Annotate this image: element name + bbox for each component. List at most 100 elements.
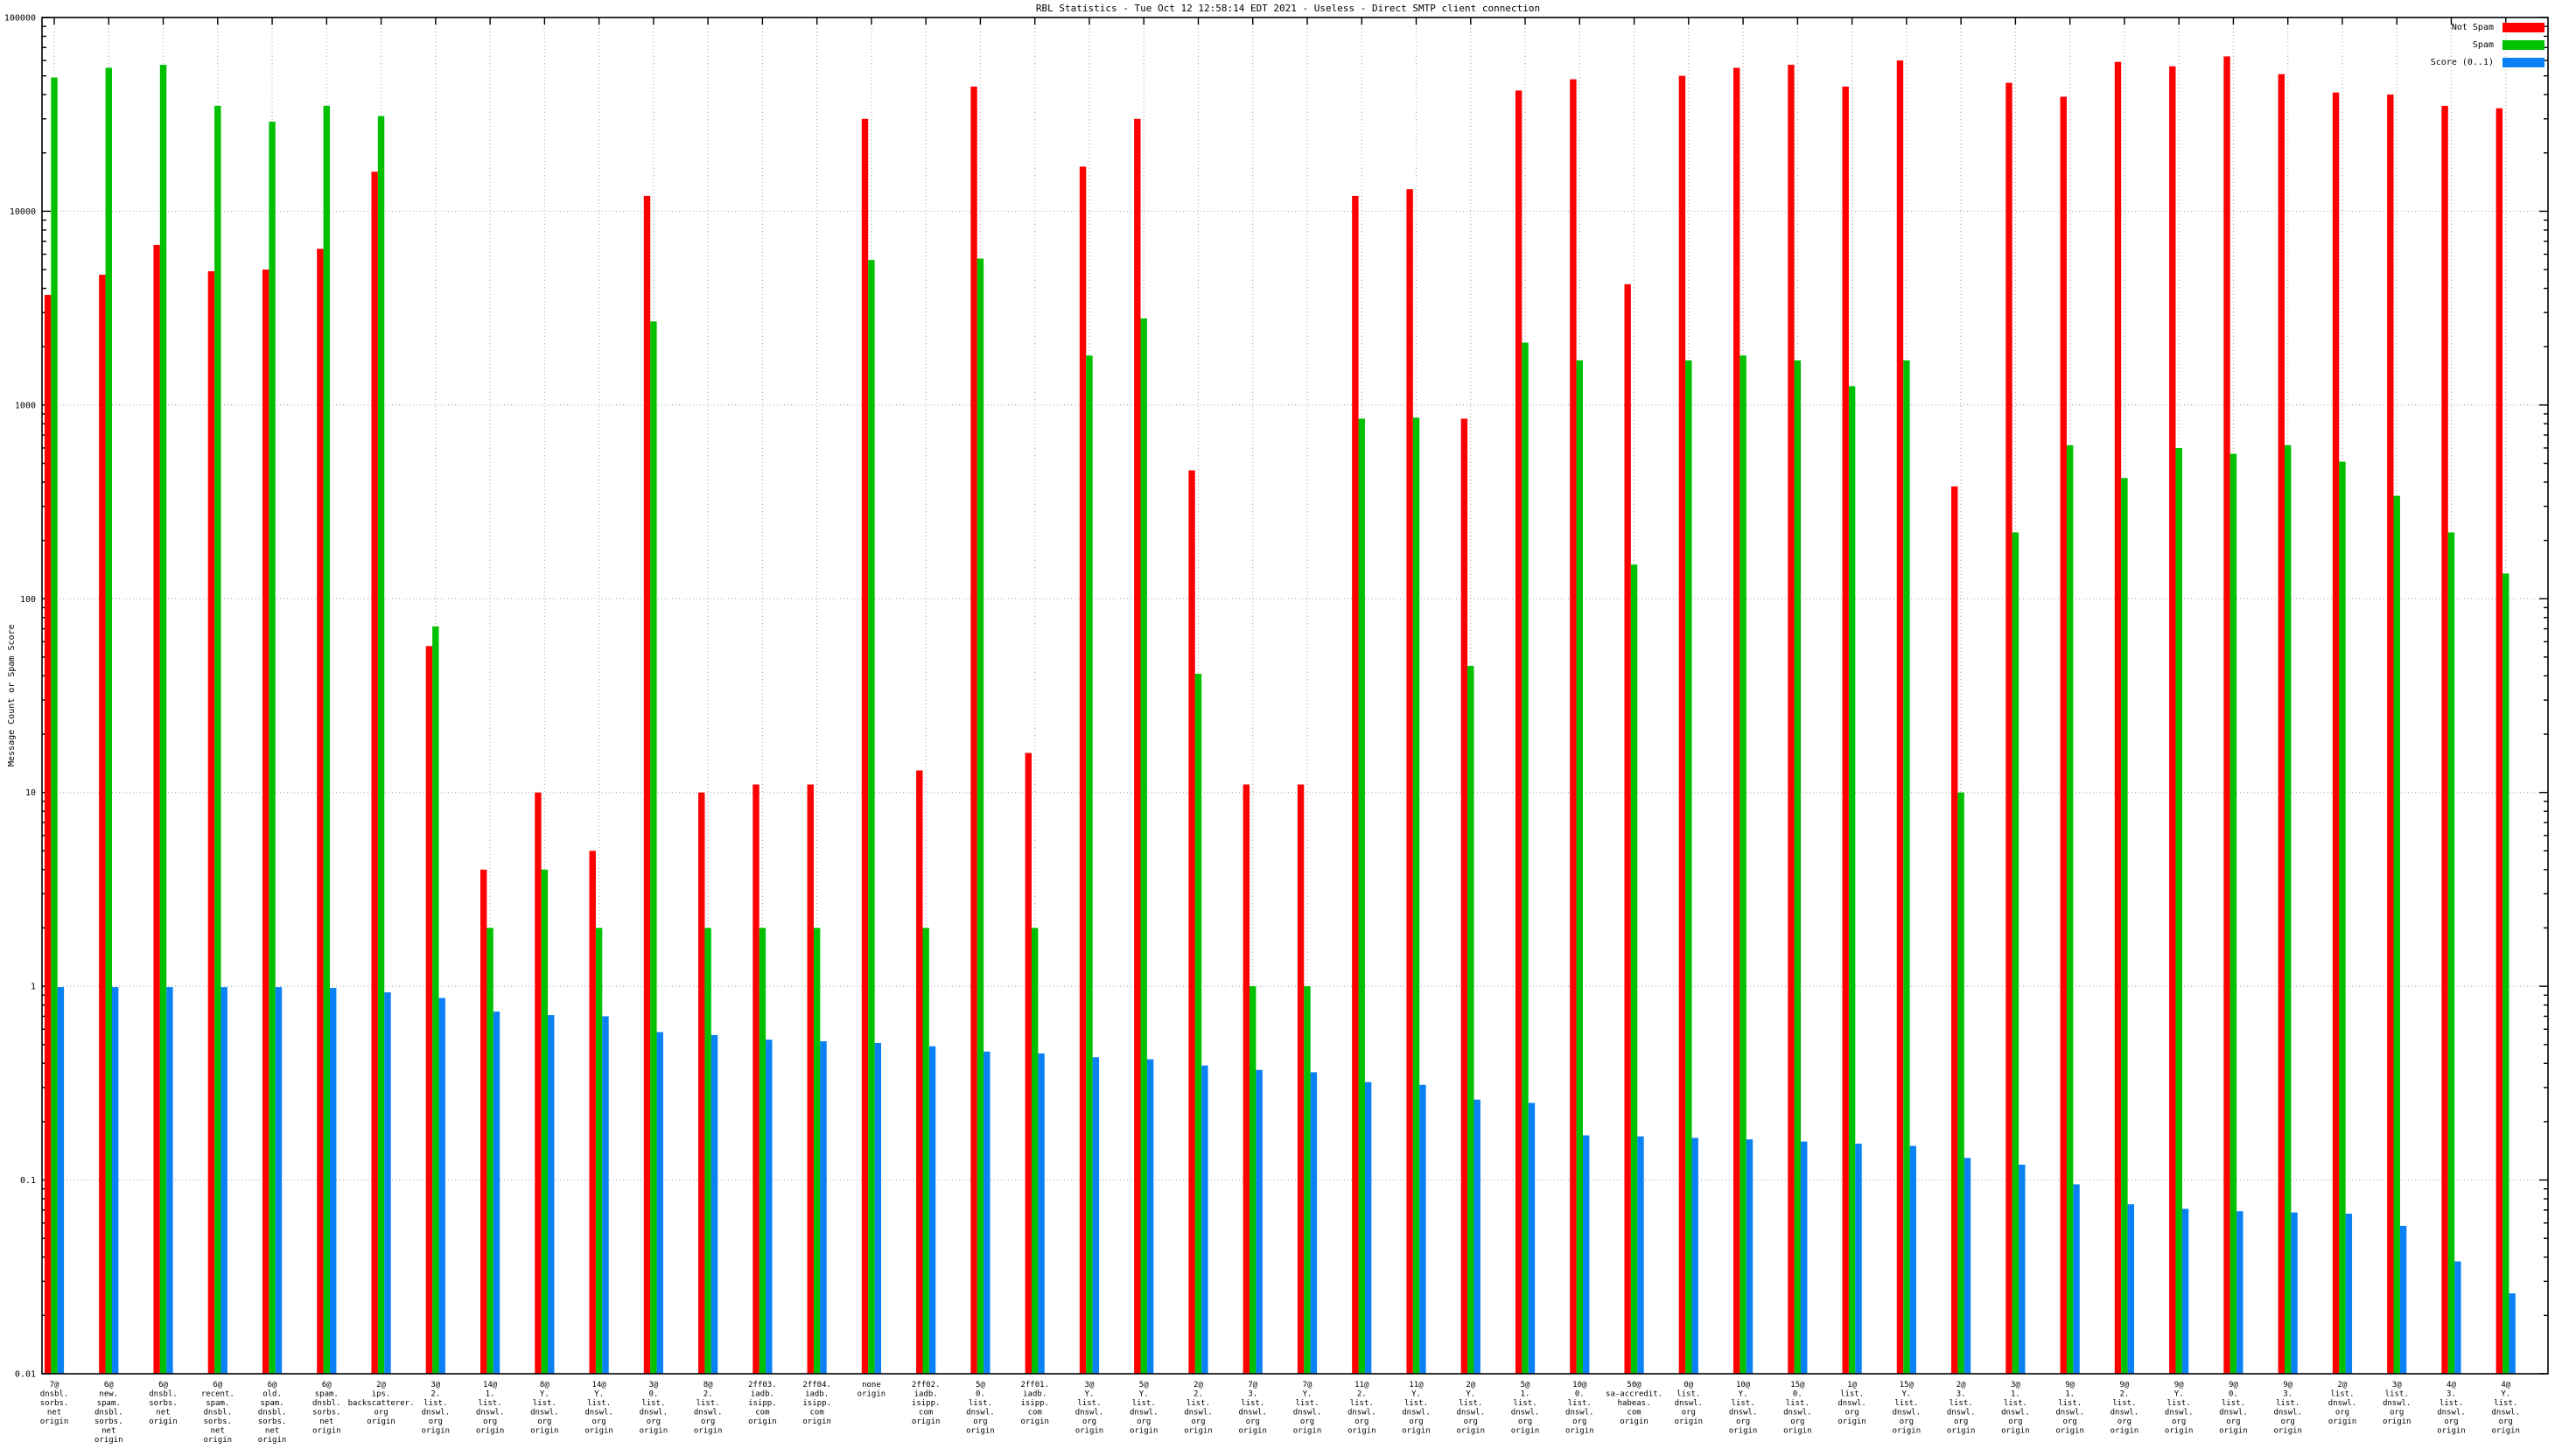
plot-area: 100000 10000 1000 100 10 1 0.1 0.01 7@ dnsbl. sorb… <box>4 14 2549 1445</box>
bar-score-40 <box>2181 1208 2189 1374</box>
bar-score-45 <box>2454 1261 2461 1374</box>
bar-score-46 <box>2509 1293 2516 1374</box>
legend-row-spam: Spam <box>2473 40 2544 50</box>
bar-score-44 <box>2399 1225 2407 1374</box>
legend-row-score: Score (0..1) <box>2431 58 2544 67</box>
bar-notspam-14 <box>752 784 760 1374</box>
bar-score-11 <box>602 1016 609 1374</box>
x-tick-label: none origin <box>858 1381 886 1399</box>
bar-spam-4 <box>214 105 221 1375</box>
bar-score-24 <box>1310 1072 1318 1374</box>
x-tick-label: 3@ 2. list. dnswl. org origin <box>422 1381 451 1436</box>
bar-score-6 <box>330 988 337 1374</box>
bar-spam-2 <box>105 67 112 1375</box>
bars <box>44 56 2516 1375</box>
bar-notspam-13 <box>698 792 705 1374</box>
bar-notspam-35 <box>1896 60 1904 1374</box>
bar-spam-8 <box>432 626 439 1374</box>
y-tick-label: 1000 <box>15 401 36 410</box>
bar-spam-3 <box>159 65 167 1375</box>
x-tick-label: 2@ 3. list. dnswl. org origin <box>1947 1381 1976 1436</box>
x-tick-label: 3@ list. dnswl. org origin <box>2383 1381 2412 1426</box>
bar-notspam-17 <box>916 770 923 1374</box>
bar-score-28 <box>1528 1102 1536 1374</box>
bar-spam-7 <box>377 116 385 1374</box>
bar-notspam-36 <box>1951 486 1958 1374</box>
y-tick-label: 100 <box>20 595 36 605</box>
legend-label-score: Score (0..1) <box>2430 58 2494 67</box>
x-tick-label: 3@ 0. list. dnswl. org origin <box>640 1381 668 1436</box>
bar-score-13 <box>710 1034 718 1374</box>
x-tick-label: 5@ Y. list. dnswl. org origin <box>1130 1381 1158 1436</box>
x-tick-label: 10@ Y. list. dnswl. org origin <box>1729 1381 1758 1436</box>
bar-spam-46 <box>2502 573 2510 1374</box>
bar-spam-45 <box>2447 532 2455 1374</box>
bar-score-1 <box>57 987 65 1374</box>
bar-spam-30 <box>1630 564 1638 1374</box>
bar-notspam-27 <box>1460 418 1468 1374</box>
bar-score-43 <box>2345 1214 2353 1374</box>
x-tick-label: 15@ 0. list. dnswl. org origin <box>1783 1381 1812 1436</box>
bar-notspam-2 <box>99 275 106 1375</box>
x-tick-label: 6@ spam. dnsbl. sorbs. net origin <box>312 1381 341 1436</box>
bar-score-17 <box>928 1046 936 1374</box>
bar-score-14 <box>766 1040 773 1374</box>
bar-notspam-16 <box>861 118 869 1375</box>
bar-notspam-12 <box>643 195 651 1374</box>
y-tick-label: 0.1 <box>20 1176 36 1186</box>
x-tick-label: 2@ ips. backscatterer. org origin <box>348 1381 415 1426</box>
bar-score-15 <box>820 1041 827 1374</box>
bar-notspam-9 <box>480 869 487 1374</box>
bar-notspam-8 <box>425 646 433 1374</box>
bar-notspam-5 <box>262 270 270 1374</box>
bar-notspam-32 <box>1732 67 1740 1375</box>
bar-spam-29 <box>1576 360 1584 1375</box>
bar-spam-26 <box>1412 417 1420 1374</box>
bar-spam-22 <box>1194 674 1202 1374</box>
bar-score-25 <box>1364 1082 1372 1374</box>
bar-spam-40 <box>2175 447 2182 1374</box>
bar-notspam-26 <box>1406 189 1413 1375</box>
bar-score-10 <box>548 1015 555 1374</box>
y-tick-label: 10000 <box>10 207 36 217</box>
bar-notspam-24 <box>1297 784 1305 1374</box>
bar-spam-21 <box>1140 318 1147 1375</box>
bar-spam-1 <box>51 77 58 1374</box>
bar-notspam-3 <box>153 244 160 1375</box>
x-tick-label: 7@ Y. list. dnswl. org origin <box>1293 1381 1322 1436</box>
bar-spam-15 <box>813 928 821 1374</box>
legend-swatch-spam-icon <box>2502 40 2544 50</box>
x-tick-label: 7@ 3. list. dnswl. org origin <box>1238 1381 1267 1436</box>
bar-score-36 <box>1964 1158 1971 1374</box>
x-tick-label: 4@ 3. list. dnswl. org origin <box>2437 1381 2466 1436</box>
bar-spam-32 <box>1740 355 1746 1374</box>
bar-spam-5 <box>269 122 276 1375</box>
x-tick-label: 2ff01. iadb. isipp. com origin <box>1020 1381 1049 1426</box>
bar-notspam-43 <box>2332 92 2340 1374</box>
bar-spam-19 <box>1031 928 1039 1374</box>
bar-notspam-44 <box>2387 94 2394 1375</box>
x-tick-label: 11@ 2. list. dnswl. org origin <box>1348 1381 1376 1436</box>
x-tick-label: 5@ 1. list. dnswl. org origin <box>1511 1381 1540 1436</box>
bar-spam-27 <box>1467 666 1474 1374</box>
x-tick-label: 3@ 1. list. dnswl. org origin <box>2001 1381 2030 1436</box>
legend-label-not-spam: Not Spam <box>2451 23 2494 32</box>
bar-score-27 <box>1474 1099 1480 1374</box>
bar-spam-37 <box>2012 532 2020 1374</box>
bar-notspam-23 <box>1242 784 1250 1374</box>
bar-notspam-22 <box>1188 470 1195 1374</box>
bar-spam-11 <box>595 928 603 1374</box>
bar-score-20 <box>1092 1057 1100 1374</box>
bar-notspam-21 <box>1134 118 1141 1375</box>
bar-notspam-31 <box>1678 75 1686 1375</box>
x-tick-label: 2@ 2. list. dnswl. org origin <box>1184 1381 1213 1436</box>
bar-notspam-42 <box>2278 74 2285 1374</box>
bar-notspam-1 <box>44 295 52 1375</box>
legend: Not Spam Spam Score (0..1) <box>2431 23 2544 67</box>
x-tick-label: 2ff03. iadb. isipp. com origin <box>748 1381 777 1426</box>
bar-spam-43 <box>2339 461 2346 1375</box>
x-tick-label: 6@ dnsbl. sorbs. net origin <box>149 1381 178 1426</box>
y-tick-label: 1 <box>31 983 36 992</box>
bar-score-41 <box>2236 1211 2244 1374</box>
x-tick-label: 5@ 0. list. dnswl. org origin <box>966 1381 995 1436</box>
